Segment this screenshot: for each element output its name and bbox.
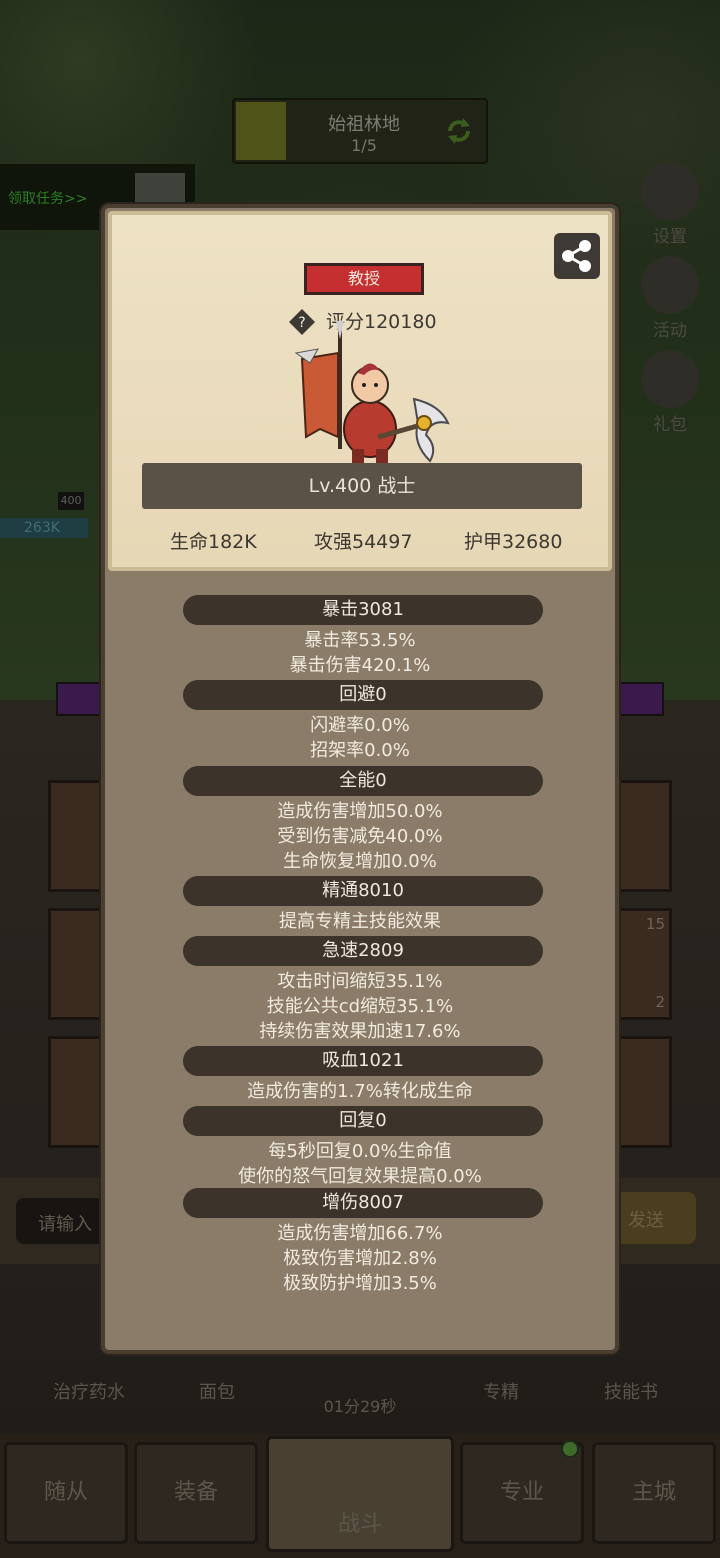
stat-detail-line: 闪避率0.0% — [310, 715, 410, 736]
stat-detail-line: 每5秒回复0.0%生命值 — [268, 1141, 452, 1162]
stat-group-header: 暴击3081 — [183, 595, 543, 625]
stat-armor: 护甲32680 — [464, 531, 563, 553]
stat-detail-line: 使你的怒气回复效果提高0.0% — [238, 1166, 482, 1187]
unit-level-tag: 400 — [58, 492, 84, 510]
nav-tab-main-city[interactable]: 主城 — [592, 1442, 716, 1544]
character-detail-modal: 教授 ? 评分120180 Lv.400 战士 生命182K 攻强54497 护… — [101, 204, 619, 1354]
stat-detail-line: 招架率0.0% — [310, 740, 410, 761]
stat-detail-line: 极致防护增加3.5% — [283, 1273, 437, 1294]
stage-progress: 1/5 — [351, 136, 377, 155]
skill-card-slot[interactable] — [48, 908, 106, 1020]
stage-color-swatch — [236, 102, 286, 160]
stat-detail-line: 暴击伤害420.1% — [289, 655, 431, 676]
stat-detail-line: 提高专精主技能效果 — [279, 911, 441, 932]
share-button[interactable] — [554, 233, 600, 279]
stat-group-header: 回复0 — [183, 1106, 543, 1136]
skill-card-slot[interactable]: 15 2 — [614, 908, 672, 1020]
energy-bar-right — [612, 682, 664, 716]
stat-detail-line: 造成伤害增加50.0% — [277, 801, 443, 822]
stat-detail-line: 攻击时间缩短35.1% — [277, 971, 443, 992]
gear-icon — [641, 162, 699, 220]
nav-tab-profession[interactable]: 专业 — [460, 1442, 584, 1544]
skill-card-slot[interactable] — [48, 1036, 106, 1148]
card-count-badge: 2 — [655, 993, 665, 1011]
stat-attack-power: 攻强54497 — [314, 531, 413, 553]
level-class-bar: Lv.400 战士 — [142, 463, 582, 509]
refresh-icon[interactable] — [442, 114, 476, 148]
stat-group-header: 精通8010 — [183, 876, 543, 906]
stat-detail-line: 生命恢复增加0.0% — [283, 851, 437, 872]
unit-hp-label: 263K — [0, 518, 88, 538]
stat-detail-line: 技能公共cd缩短35.1% — [266, 996, 454, 1017]
warrior-portrait — [294, 321, 450, 463]
stat-group-header: 回避0 — [183, 680, 543, 710]
nav-tab-battle[interactable]: 战斗 — [266, 1436, 454, 1552]
quest-link-label: 领取任务>> — [8, 191, 88, 207]
stat-group-header: 增伤8007 — [183, 1188, 543, 1218]
stat-detail-line: 受到伤害减免40.0% — [277, 826, 443, 847]
stat-detail-line: 极致伤害增加2.8% — [283, 1248, 437, 1269]
skill-card-slot[interactable] — [48, 780, 106, 892]
battle-timer: 01分29秒 — [323, 1397, 397, 1416]
settings-button[interactable]: 设置 — [630, 162, 710, 247]
energy-bar-left — [56, 682, 106, 716]
notification-dot — [561, 1440, 579, 1458]
title-badge: 教授 — [304, 263, 424, 295]
stat-group-header: 全能0 — [183, 766, 543, 796]
skill-card-slot[interactable] — [614, 1036, 672, 1148]
share-icon — [562, 240, 591, 272]
stage-title: 始祖林地 — [328, 114, 400, 135]
events-label: 活动 — [653, 321, 687, 341]
stat-group-header: 急速2809 — [183, 936, 543, 966]
send-label: 发送 — [628, 1210, 664, 1231]
scroll-icon — [641, 256, 699, 314]
nav-tab-equipment[interactable]: 装备 — [134, 1442, 258, 1544]
settings-label: 设置 — [653, 227, 687, 247]
events-button[interactable]: 活动 — [630, 256, 710, 341]
stat-group-header: 吸血1021 — [183, 1046, 543, 1076]
character-card: 教授 ? 评分120180 Lv.400 战士 生命182K 攻强54497 护… — [108, 211, 612, 571]
gift-label: 礼包 — [653, 415, 687, 435]
stat-detail-line: 暴击率53.5% — [304, 630, 416, 651]
stage-indicator: 始祖林地 1/5 — [232, 98, 488, 164]
stat-hp: 生命182K — [170, 531, 257, 553]
gift-button[interactable]: 礼包 — [630, 350, 710, 435]
gift-icon — [641, 350, 699, 408]
stat-detail-line: 造成伤害的1.7%转化成生命 — [247, 1081, 473, 1102]
skill-card-slot[interactable] — [614, 780, 672, 892]
nav-tab-followers[interactable]: 随从 — [4, 1442, 128, 1544]
stat-detail-line: 造成伤害增加66.7% — [277, 1223, 443, 1244]
stat-detail-line: 持续伤害效果加速17.6% — [259, 1021, 461, 1042]
card-count-badge: 15 — [645, 915, 665, 933]
